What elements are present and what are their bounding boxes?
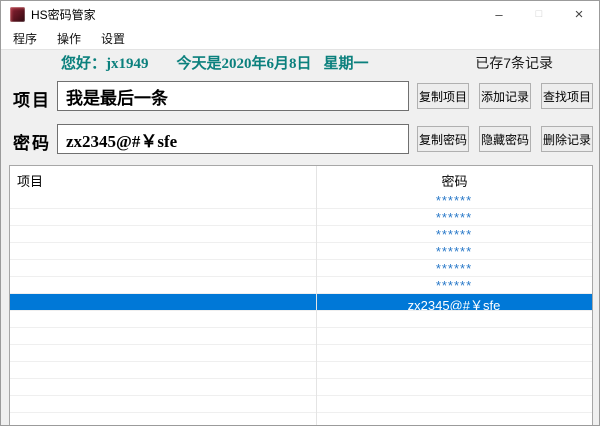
app-window: HS密码管家 – □ × 程序 操作 设置 您好：jx1949 今天是2020年6… xyxy=(0,0,600,426)
table-body: ****** ****** ****** ****** ****** *****… xyxy=(10,192,592,311)
menu-item-operation[interactable]: 操作 xyxy=(49,30,89,47)
menu-bar: 程序 操作 设置 xyxy=(1,27,599,50)
table-row[interactable]: zx2345@#￥sfe xyxy=(10,294,592,311)
cell-project xyxy=(10,277,316,293)
password-input[interactable] xyxy=(57,124,409,154)
cell-project xyxy=(10,226,316,242)
table-row[interactable]: ****** xyxy=(10,209,592,226)
add-record-button[interactable]: 添加记录 xyxy=(479,83,531,109)
cell-password: ****** xyxy=(435,261,473,276)
title-bar: HS密码管家 – □ × xyxy=(1,1,599,27)
cell-project xyxy=(10,192,316,208)
greeting-user: 您好：jx1949 xyxy=(61,56,149,72)
close-icon[interactable]: × xyxy=(559,1,599,27)
cell-project xyxy=(10,243,316,259)
table-row[interactable]: ****** xyxy=(10,260,592,277)
cell-password: ****** xyxy=(435,193,473,208)
minimize-icon[interactable]: – xyxy=(479,1,519,27)
record-count: 已存7条记录 xyxy=(475,55,553,71)
copy-password-button[interactable]: 复制密码 xyxy=(417,126,469,152)
copy-project-button[interactable]: 复制项目 xyxy=(417,83,469,109)
greeting-date: 今天是2020年6月8日 xyxy=(176,56,312,72)
project-label: 项目 xyxy=(13,91,51,110)
table-row[interactable]: ****** xyxy=(10,226,592,243)
find-project-button[interactable]: 查找项目 xyxy=(541,83,593,109)
table-row[interactable]: ****** xyxy=(10,192,592,209)
records-table: 项目 密码 ****** ****** ****** ****** ******… xyxy=(9,165,593,425)
header-password[interactable]: 密码 xyxy=(317,171,592,190)
password-label: 密码 xyxy=(13,134,51,153)
delete-record-button[interactable]: 删除记录 xyxy=(541,126,593,152)
window-controls: – □ × xyxy=(479,1,599,27)
hide-password-button[interactable]: 隐藏密码 xyxy=(479,126,531,152)
greeting-text: 您好：jx1949 今天是2020年6月8日 星期一 xyxy=(61,52,369,73)
maximize-icon: □ xyxy=(535,8,543,20)
menu-item-program[interactable]: 程序 xyxy=(5,30,45,47)
column-divider xyxy=(316,166,317,425)
greeting-weekday: 星期一 xyxy=(323,56,369,72)
window-title: HS密码管家 xyxy=(31,7,96,22)
cell-password: ****** xyxy=(435,244,473,259)
cell-project xyxy=(10,260,316,276)
cell-password: ****** xyxy=(435,278,473,293)
cell-password: zx2345@#￥sfe xyxy=(407,298,501,310)
header-project[interactable]: 项目 xyxy=(17,171,43,190)
cell-password: ****** xyxy=(435,227,473,242)
menu-item-settings[interactable]: 设置 xyxy=(93,30,133,47)
table-row[interactable]: ****** xyxy=(10,277,592,294)
cell-project xyxy=(10,209,316,225)
app-icon xyxy=(10,6,25,22)
table-empty-area xyxy=(10,311,592,425)
table-row[interactable]: ****** xyxy=(10,243,592,260)
table-header: 项目 密码 xyxy=(10,166,592,192)
info-row: 您好：jx1949 今天是2020年6月8日 星期一 已存7条记录 xyxy=(1,52,599,72)
cell-project xyxy=(10,294,316,310)
project-input[interactable] xyxy=(57,81,409,111)
cell-password: ****** xyxy=(435,210,473,225)
